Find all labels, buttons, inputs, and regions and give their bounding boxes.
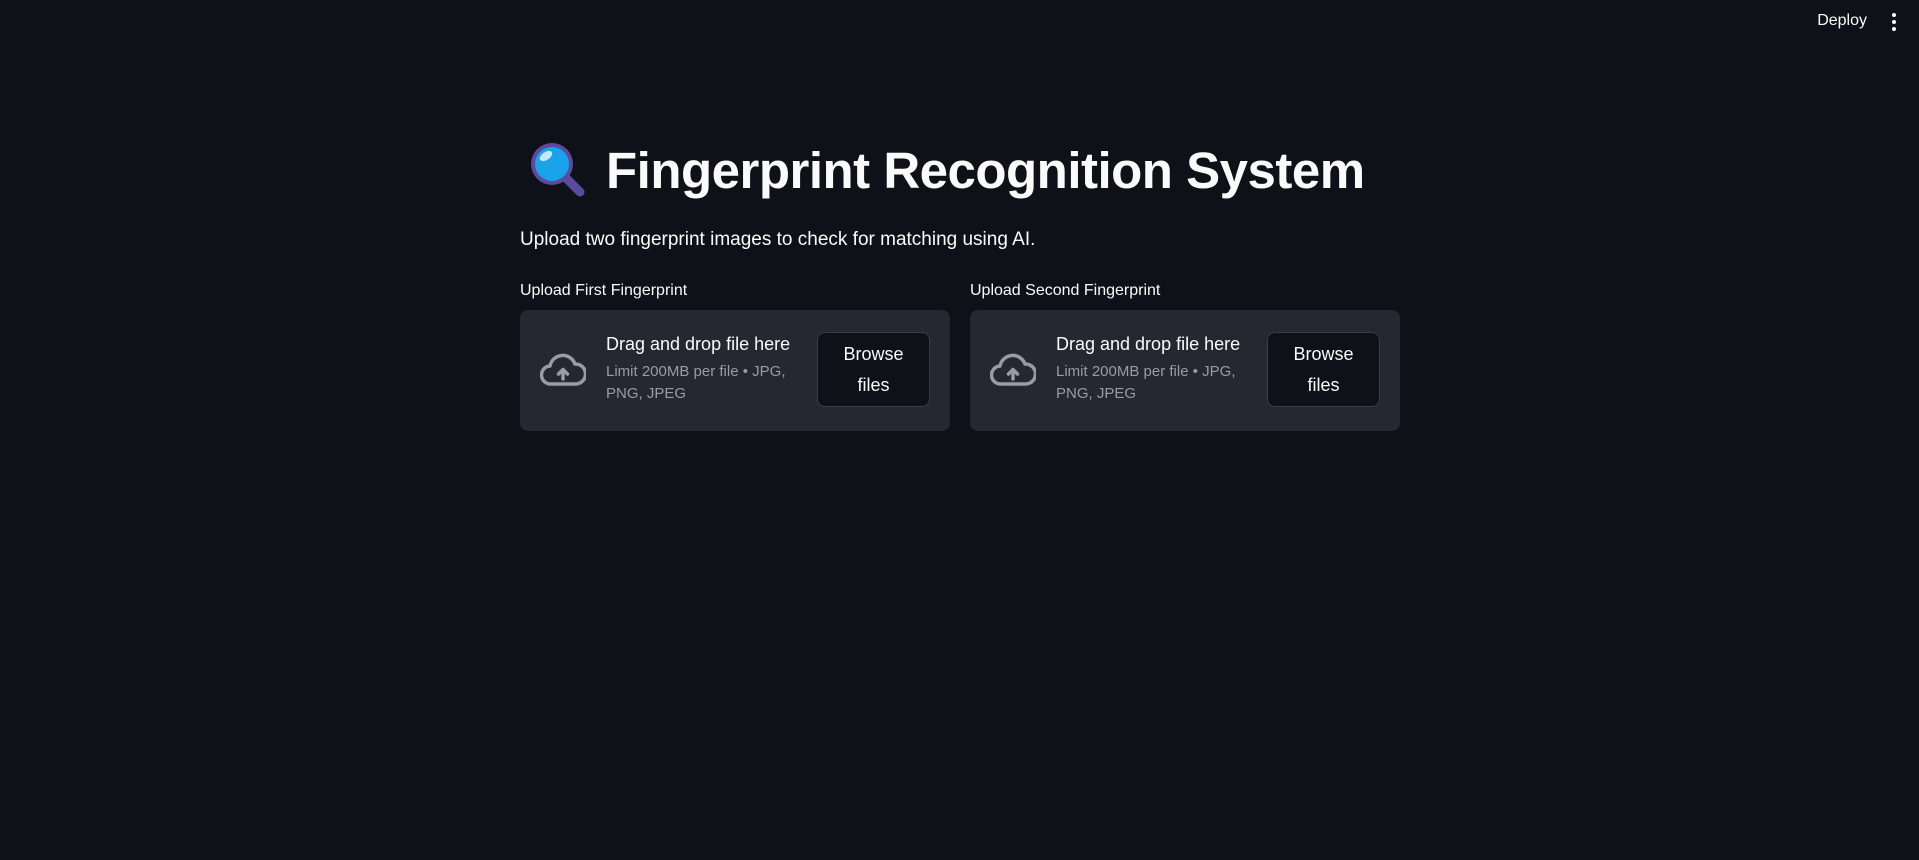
cloud-upload-icon [540, 353, 586, 386]
page-title: Fingerprint Recognition System [606, 141, 1365, 199]
drop-text: Drag and drop file here [606, 334, 791, 354]
uploader-label: Upload Second Fingerprint [970, 282, 1161, 299]
file-uploader-second: Upload Second Fingerprint Drag and drop … [970, 282, 1400, 431]
limit-text: Limit 200MB per file • JPG, PNG, JPEG [1056, 363, 1236, 402]
browse-files-button[interactable]: Browse files [1267, 332, 1380, 407]
dropzone-instructions: Drag and drop file here Limit 200MB per … [1056, 334, 1256, 405]
limit-text: Limit 200MB per file • JPG, PNG, JPEG [606, 363, 786, 402]
vertical-dots-icon[interactable] [1889, 13, 1899, 35]
drop-text: Drag and drop file here [1056, 334, 1241, 354]
browse-files-button[interactable]: Browse files [817, 332, 930, 407]
magnifying-glass-icon [531, 143, 585, 197]
page-subtitle: Upload two fingerprint images to check f… [520, 229, 1036, 250]
dropzone-instructions: Drag and drop file here Limit 200MB per … [606, 334, 806, 405]
top-toolbar: Deploy [0, 0, 1919, 48]
cloud-upload-icon [990, 353, 1036, 386]
uploader-label: Upload First Fingerprint [520, 282, 688, 299]
deploy-button[interactable]: Deploy [1817, 12, 1867, 30]
dropzone[interactable]: Drag and drop file here Limit 200MB per … [970, 310, 1400, 431]
dropzone[interactable]: Drag and drop file here Limit 200MB per … [520, 310, 950, 431]
page-title-row: Fingerprint Recognition System [528, 140, 1365, 200]
file-uploader-first: Upload First Fingerprint Drag and drop f… [520, 282, 950, 431]
